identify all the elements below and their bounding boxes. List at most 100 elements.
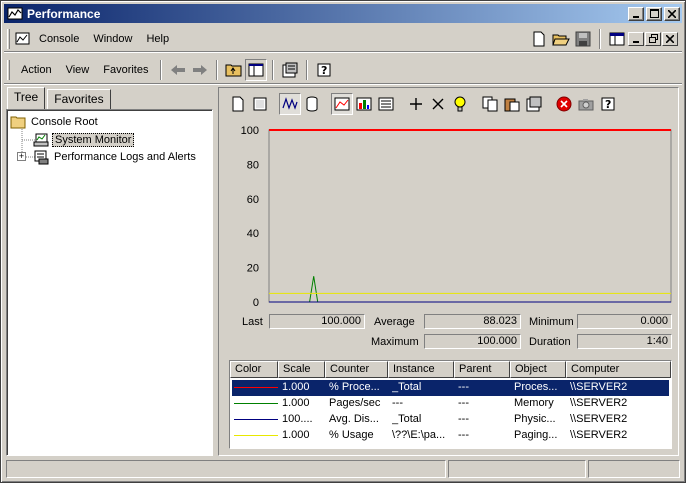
column-header-computer[interactable]: Computer: [566, 361, 671, 378]
camera-icon: [578, 99, 594, 111]
help-icon: ?: [601, 97, 615, 111]
column-header-scale[interactable]: Scale: [278, 361, 325, 378]
legend-cell-instance: _Total: [392, 413, 422, 425]
save-console-button[interactable]: [572, 28, 594, 50]
up-one-level-button[interactable]: [223, 59, 245, 81]
legend-cell-parent: ---: [458, 397, 469, 409]
view-graph-button[interactable]: [331, 93, 353, 115]
minimum-value: 0.000: [577, 314, 672, 329]
open-console-button[interactable]: [550, 28, 572, 50]
clear-display-button[interactable]: [249, 93, 271, 115]
tree-node-perf-logs-alerts[interactable]: Performance Logs and Alerts: [33, 148, 198, 165]
menu-favorites[interactable]: Favorites: [96, 62, 155, 78]
tab-tree[interactable]: Tree: [7, 87, 46, 109]
close-icon: [668, 9, 676, 18]
toolbar-grip[interactable]: [7, 28, 10, 49]
new-counter-set-icon: [232, 96, 244, 112]
new-counter-set-button[interactable]: [227, 93, 249, 115]
mdi-restore-button[interactable]: [645, 31, 661, 46]
legend-cell-computer: \\SERVER2: [570, 381, 628, 393]
forward-button[interactable]: [189, 59, 211, 81]
minimize-button[interactable]: [628, 6, 644, 21]
legend-cell-computer: \\SERVER2: [570, 429, 628, 441]
svg-text:?: ?: [605, 98, 611, 111]
minimize-icon: [633, 40, 639, 43]
legend-cell-computer: \\SERVER2: [570, 413, 628, 425]
y-tick-label: 20: [247, 263, 259, 275]
column-header-instance[interactable]: Instance: [388, 361, 454, 378]
legend-cell-parent: ---: [458, 381, 469, 393]
plus-icon: [410, 98, 422, 110]
view-current-activity-button[interactable]: [279, 93, 301, 115]
tree-node-system-monitor[interactable]: System Monitor: [33, 131, 135, 148]
menu-window[interactable]: Window: [86, 31, 139, 47]
menu-console[interactable]: Console: [32, 31, 86, 47]
maximize-button[interactable]: [646, 6, 662, 21]
status-panel-3: [588, 460, 680, 478]
highlight-button[interactable]: [449, 93, 471, 115]
view-report-button[interactable]: [375, 93, 397, 115]
back-button[interactable]: [167, 59, 189, 81]
copy-icon: [482, 96, 498, 112]
column-header-parent[interactable]: Parent: [454, 361, 510, 378]
properties-button[interactable]: [279, 59, 301, 81]
tree-node-console-root[interactable]: Console Root: [10, 113, 100, 130]
system-monitor-pane: ? 100 80 60 40 20 0 Last 100.000 Average 88.0…: [218, 87, 679, 456]
column-header-object[interactable]: Object: [510, 361, 566, 378]
legend-row[interactable]: 1.000 % Usage \??\E:\pa... --- Paging... \\SE…: [232, 428, 669, 444]
y-tick-label: 80: [247, 159, 259, 171]
paste-counter-list-button[interactable]: [501, 93, 523, 115]
y-tick-label: 100: [241, 125, 259, 137]
chart-properties-button[interactable]: [523, 93, 545, 115]
view-log-data-button[interactable]: [301, 93, 323, 115]
forward-arrow-icon: [193, 64, 208, 75]
report-view-icon: [378, 97, 394, 111]
legend-cell-object: Paging...: [514, 429, 558, 441]
last-label: Last: [242, 316, 263, 328]
status-panel-2: [448, 460, 586, 478]
performance-window: Performance Console Window Help Action V…: [0, 0, 686, 483]
status-panel-main: [6, 460, 446, 478]
chart-help-button[interactable]: ?: [597, 93, 619, 115]
menu-help[interactable]: Help: [139, 31, 176, 47]
update-data-button[interactable]: [575, 93, 597, 115]
toolbar-grip[interactable]: [7, 59, 10, 80]
status-bar: [4, 459, 682, 479]
mdi-close-button[interactable]: [662, 31, 678, 46]
menu-action[interactable]: Action: [14, 62, 59, 78]
legend-row[interactable]: 1.000 % Proce... _Total --- Proces... \\SERVE…: [232, 380, 669, 396]
new-console-button[interactable]: [528, 28, 550, 50]
chart-toolbar: ?: [221, 90, 676, 118]
legend-row[interactable]: 1.000 Pages/sec --- --- Memory \\SERVER2: [232, 396, 669, 412]
new-window-button[interactable]: [606, 28, 628, 50]
system-monitor-icon: [33, 133, 49, 146]
expand-toggle[interactable]: +: [17, 152, 26, 161]
legend-color-swatch: [234, 435, 278, 436]
help-button[interactable]: ?: [313, 59, 335, 81]
lightbulb-icon: [454, 96, 466, 112]
delete-counter-button[interactable]: [427, 93, 449, 115]
maximize-icon: [649, 9, 659, 18]
tab-favorites[interactable]: Favorites: [47, 89, 111, 109]
menu-view[interactable]: View: [59, 62, 97, 78]
freeze-display-button[interactable]: [553, 93, 575, 115]
restore-icon: [648, 34, 658, 43]
mdi-minimize-button[interactable]: [628, 31, 644, 46]
copy-properties-button[interactable]: [479, 93, 501, 115]
close-button[interactable]: [664, 6, 680, 21]
title-bar[interactable]: Performance: [4, 4, 682, 23]
column-header-counter[interactable]: Counter: [325, 361, 388, 378]
legend-cell-counter: % Usage: [329, 429, 374, 441]
view-histogram-button[interactable]: [353, 93, 375, 115]
histogram-view-icon: [356, 97, 372, 111]
column-header-color[interactable]: Color: [230, 361, 278, 378]
add-counter-button[interactable]: [405, 93, 427, 115]
legend-cell-scale: 1.000: [282, 429, 310, 441]
average-label: Average: [374, 316, 415, 328]
legend-cell-object: Proces...: [514, 381, 558, 393]
show-hide-tree-button[interactable]: [245, 58, 268, 81]
legend-row[interactable]: 100.... Avg. Dis... _Total --- Physic... \\SE…: [232, 412, 669, 428]
delete-x-icon: [432, 98, 444, 110]
legend-cell-scale: 1.000: [282, 397, 310, 409]
graph-area: 100 80 60 40 20 0: [219, 118, 678, 342]
